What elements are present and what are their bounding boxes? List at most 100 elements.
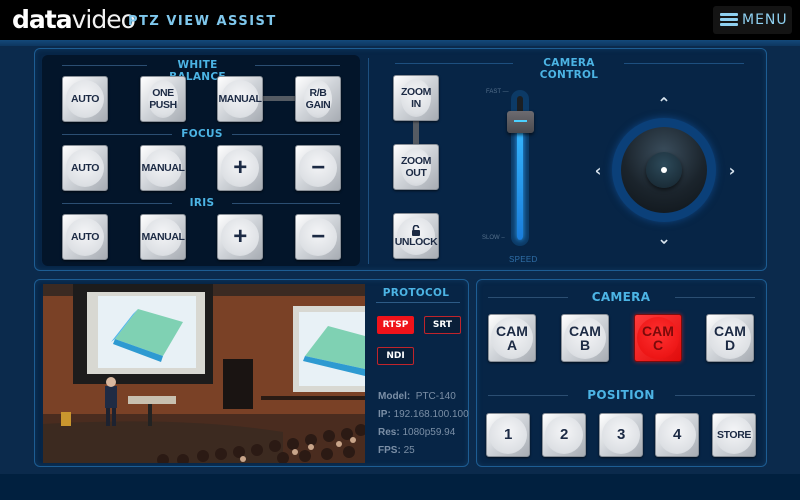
iris-manual-label: MANUAL [141,218,185,256]
iris-manual-button[interactable]: MANUAL [140,214,186,260]
cam-c-label: CAM C [637,317,679,359]
cc-rule-right [624,63,744,64]
position-title: POSITION [587,388,655,402]
focus-manual-button[interactable]: MANUAL [140,145,186,191]
cam-d-button[interactable]: CAM D [706,314,754,362]
logo-text-thin: video [71,5,136,34]
ip-info: IP: 192.168.100.100 [378,409,469,420]
joystick-center-dot [661,167,667,173]
iris-title: IRIS [189,197,215,209]
plus-icon: + [221,149,259,187]
focus-auto-button[interactable]: AUTO [62,145,108,191]
cam-a-button[interactable]: CAM A [488,314,536,362]
hamburger-icon [720,13,738,27]
header-divider [0,40,800,46]
slider-fast-label: FAST — [486,89,509,95]
position-1-button[interactable]: 1 [486,413,530,457]
logo-text-bold: data [12,5,73,34]
position-rule-left [488,395,568,396]
zoom-in-label: ZOOM IN [401,79,431,117]
focus-rule-right [232,134,340,135]
position-4-button[interactable]: 4 [655,413,699,457]
cam-d-label: CAM D [709,317,751,359]
speed-slider-fill [517,121,523,240]
cam-b-button[interactable]: CAM B [561,314,609,362]
focus-title: FOCUS [181,128,223,140]
datavideo-logo: datavideo [12,4,136,36]
focus-rule-left [62,134,172,135]
wb-one-push-button[interactable]: ONE PUSH [140,76,186,122]
manual-rb-connector [262,96,297,101]
position-2-button[interactable]: 2 [542,413,586,457]
cam-a-label: CAM A [491,317,533,359]
wb-auto-button[interactable]: AUTO [62,76,108,122]
wb-rule-left [62,65,147,66]
menu-label: MENU [742,12,788,28]
position-store-label: STORE [715,416,753,454]
position-1-label: 1 [489,416,527,454]
protocol-srt-button[interactable]: SRT [424,316,461,334]
minus-icon: − [299,149,337,187]
iris-auto-label: AUTO [66,218,104,256]
camera-control-title: CAMERA CONTROL [539,57,599,81]
camera-rule-right [675,297,755,298]
unlock-button[interactable]: UNLOCK [393,213,439,259]
wb-manual-label: MANUAL [218,80,262,118]
chevron-down-icon[interactable]: ⌃ [656,228,672,247]
zoom-out-button[interactable]: ZOOM OUT [393,144,439,190]
camera-rule-left [488,297,568,298]
chevron-right-icon[interactable]: › [724,163,740,179]
wb-one-push-label: ONE PUSH [148,80,178,118]
wb-rb-gain-button[interactable]: R/B GAIN [295,76,341,122]
focus-plus-button[interactable]: + [217,145,263,191]
menu-button[interactable]: MENU [713,6,792,34]
cam-b-label: CAM B [564,317,606,359]
app-header: datavideo PTZ VIEW ASSIST MENU [0,0,800,40]
protocol-title: PROTOCOL [382,287,450,299]
plus-icon: + [221,218,259,256]
panel-divider [368,58,369,264]
cam-c-button[interactable]: CAM C [634,314,682,362]
protocol-ndi-button[interactable]: NDI [377,347,414,365]
unlock-label: UNLOCK [394,235,438,248]
wb-manual-button[interactable]: MANUAL [217,76,263,122]
fps-info: FPS: 25 [378,445,415,456]
position-3-label: 3 [602,416,640,454]
app-title: PTZ VIEW ASSIST [128,14,277,29]
protocol-rtsp-button[interactable]: RTSP [377,316,414,334]
zoom-in-button[interactable]: ZOOM IN [393,75,439,121]
position-store-button[interactable]: STORE [712,413,756,457]
wb-auto-label: AUTO [66,80,104,118]
zoom-connector [413,120,419,146]
iris-minus-button[interactable]: − [295,214,341,260]
position-2-label: 2 [545,416,583,454]
camera-title: CAMERA [591,290,651,304]
chevron-up-icon[interactable]: ⌃ [656,96,672,112]
position-3-button[interactable]: 3 [599,413,643,457]
resolution-info: Res: 1080p59.94 [378,427,456,438]
slider-slow-label: SLOW – [482,235,505,241]
speed-slider-thumb[interactable] [507,110,534,133]
position-4-label: 4 [658,416,696,454]
model-info: Model: PTC-140 [378,391,456,402]
focus-minus-button[interactable]: − [295,145,341,191]
iris-rule-left [62,203,172,204]
zoom-out-label: ZOOM OUT [401,148,431,186]
unlock-icon [412,224,420,236]
protocol-rule [376,302,460,303]
unlock-face: UNLOCK [394,217,438,255]
focus-manual-label: MANUAL [141,149,185,187]
camera-preview-video[interactable] [43,284,365,463]
wb-rb-gain-label: R/B GAIN [304,80,332,118]
footer-bar [0,474,800,500]
wb-rule-right [255,65,340,66]
iris-auto-button[interactable]: AUTO [62,214,108,260]
position-rule-right [675,395,755,396]
cc-rule-left [395,63,513,64]
chevron-left-icon[interactable]: ‹ [590,163,606,179]
preview-image [43,284,365,463]
speed-label: SPEED [509,255,538,264]
focus-auto-label: AUTO [66,149,104,187]
iris-plus-button[interactable]: + [217,214,263,260]
minus-icon: − [299,218,337,256]
